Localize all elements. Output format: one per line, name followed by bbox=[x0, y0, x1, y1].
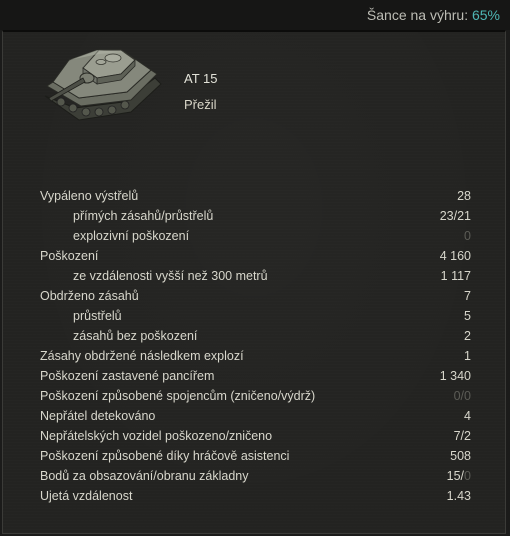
stat-label: Poškození způsobené spojencům (zničeno/v… bbox=[40, 389, 316, 403]
stat-label: Obdrženo zásahů bbox=[40, 289, 139, 303]
stat-label: zásahů bez poškození bbox=[73, 329, 198, 343]
stat-value: 15/0 bbox=[447, 466, 471, 486]
stat-row-base-points: Bodů za obsazování/obranu základny 15/0 bbox=[3, 466, 505, 486]
stat-value: 1 bbox=[464, 349, 471, 363]
stat-row-enemies-damaged-destroyed: Nepřátelských vozidel poškozeno/zničeno … bbox=[3, 426, 505, 446]
stat-value-defense: 0 bbox=[464, 469, 471, 483]
stat-label: Poškození bbox=[40, 249, 99, 263]
stat-value: 28 bbox=[457, 189, 471, 203]
stat-label: Nepřátel detekováno bbox=[40, 409, 156, 423]
win-chance-label: Šance na výhru: bbox=[366, 7, 469, 23]
tank-destroyer-image bbox=[44, 49, 162, 121]
stat-row-non-damaging-hits: zásahů bez poškození 2 bbox=[3, 326, 505, 346]
top-bar: Šance na výhru: 65% bbox=[0, 0, 510, 30]
stat-value: 1.43 bbox=[446, 489, 471, 503]
stat-value: 23/21 bbox=[439, 209, 471, 223]
stat-row-ally-damage: Poškození způsobené spojencům (zničeno/v… bbox=[3, 386, 505, 406]
stat-row-splash-hits-received: Zásahy obdržené následkem explozí 1 bbox=[3, 346, 505, 366]
stats-list: Vypáleno výstřelů 28 přímých zásahů/průs… bbox=[3, 186, 505, 506]
stat-row-shots: Vypáleno výstřelů 28 bbox=[3, 186, 505, 206]
stat-value: 4 160 bbox=[439, 249, 471, 263]
stat-value: 508 bbox=[450, 449, 471, 463]
stat-value: 1 340 bbox=[439, 369, 471, 383]
stat-row-splash-damage: explozivní poškození 0 bbox=[3, 226, 505, 246]
stat-value: 7 bbox=[464, 289, 471, 303]
stat-value: 0 bbox=[464, 229, 471, 243]
stat-value: 4 bbox=[464, 409, 471, 423]
stat-value: 0/0 bbox=[453, 389, 471, 403]
stat-label: ze vzdálenosti vyšší než 300 metrů bbox=[73, 269, 268, 283]
stat-value: 7/2 bbox=[453, 429, 471, 443]
vehicle-status: Přežil bbox=[184, 97, 217, 112]
stat-label: Poškození způsobené díky hráčově asisten… bbox=[40, 449, 290, 463]
stat-label: Zásahy obdržené následkem explozí bbox=[40, 349, 244, 363]
stat-row-enemies-spotted: Nepřátel detekováno 4 bbox=[3, 406, 505, 426]
stat-row-hits-received: Obdrženo zásahů 7 bbox=[3, 286, 505, 306]
stat-row-distance-travelled: Ujetá vzdálenost 1.43 bbox=[3, 486, 505, 506]
stat-label: Nepřátelských vozidel poškozeno/zničeno bbox=[40, 429, 273, 443]
stat-label: Poškození zastavené pancířem bbox=[40, 369, 215, 383]
stat-value: 2 bbox=[464, 329, 471, 343]
stat-label: přímých zásahů/průstřelů bbox=[73, 209, 214, 223]
stat-value: 5 bbox=[464, 309, 471, 323]
stat-row-damage: Poškození 4 160 bbox=[3, 246, 505, 266]
battle-results-panel: AT 15 Přežil Vypáleno výstřelů 28 přímýc… bbox=[2, 30, 506, 534]
stat-row-damage-blocked: Poškození zastavené pancířem 1 340 bbox=[3, 366, 505, 386]
stat-label: Ujetá vzdálenost bbox=[40, 489, 133, 503]
stat-row-penetrations-received: průstřelů 5 bbox=[3, 306, 505, 326]
stat-value: 1 117 bbox=[440, 269, 471, 283]
vehicle-name: AT 15 bbox=[184, 71, 218, 86]
stat-label: explozivní poškození bbox=[73, 229, 190, 243]
win-chance-value: 65% bbox=[471, 7, 500, 23]
win-chance: Šance na výhru: 65% bbox=[367, 7, 500, 23]
stat-row-hits-penetrations: přímých zásahů/průstřelů 23/21 bbox=[3, 206, 505, 226]
stat-row-assist-damage: Poškození způsobené díky hráčově asisten… bbox=[3, 446, 505, 466]
stat-label: Vypáleno výstřelů bbox=[40, 189, 139, 203]
stat-row-long-range-damage: ze vzdálenosti vyšší než 300 metrů 1 117 bbox=[3, 266, 505, 286]
vehicle-header: AT 15 Přežil bbox=[3, 32, 505, 142]
stat-label: Bodů za obsazování/obranu základny bbox=[40, 469, 249, 483]
stat-label: průstřelů bbox=[73, 309, 122, 323]
stat-value-capture: 15/ bbox=[446, 469, 465, 483]
